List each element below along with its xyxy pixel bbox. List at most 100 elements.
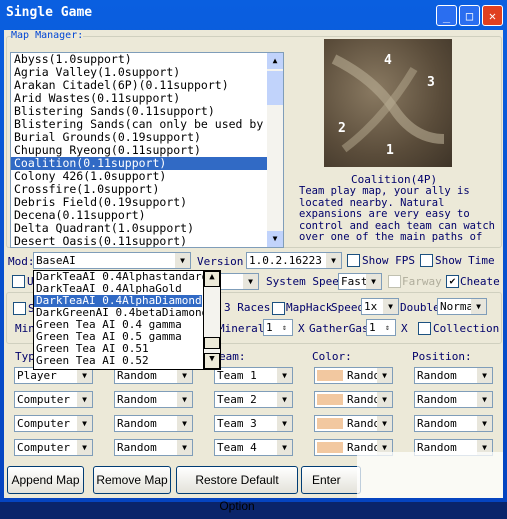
start-position-3: 3 (427, 75, 435, 90)
color-select[interactable]: Rando ▼ (314, 415, 393, 432)
version-select[interactable]: 1.0.2.16223 ▼ (246, 252, 342, 269)
team-select[interactable]: Team 2 ▼ (214, 391, 293, 408)
position-value: Random (417, 369, 457, 382)
scroll-thumb[interactable] (204, 337, 220, 349)
chevron-down-icon: ▼ (177, 416, 192, 431)
color-select[interactable]: Rando ▼ (314, 367, 393, 384)
type-header: Typ (15, 350, 35, 363)
restore-default-option-button[interactable]: Restore Default Option (176, 466, 298, 513)
scroll-down-icon[interactable]: ▼ (204, 353, 220, 369)
description-line: expansions are very easy to (299, 208, 470, 220)
mod-label: Mod: (8, 255, 35, 268)
speed-value: 1x (364, 300, 378, 313)
race-select[interactable]: Random ▼ (114, 391, 193, 408)
scroll-up-icon[interactable]: ▲ (267, 53, 283, 69)
cheate-label: Cheate (460, 275, 500, 288)
minerals-spinner[interactable]: 1 ⇕ (263, 319, 293, 336)
chevron-down-icon: ▼ (175, 253, 190, 268)
u-checkbox[interactable] (12, 275, 25, 288)
team-value: Team 4 (217, 441, 257, 454)
append-map-button[interactable]: Append Map (7, 466, 84, 494)
cheate-checkbox[interactable]: ✔ (446, 275, 459, 288)
map-preview: 4 3 2 1 (324, 39, 452, 167)
chevron-down-icon: ▼ (477, 392, 492, 407)
show-fps-checkbox[interactable] (347, 254, 360, 267)
map-description: Team play map, your ally is located nearb… (299, 186, 499, 246)
chevron-down-icon: ▼ (243, 274, 258, 289)
gathergas-spinner[interactable]: 1 ⇕ (366, 319, 396, 336)
s-checkbox[interactable] (13, 302, 26, 315)
color-value: Rando (347, 369, 381, 382)
mod-option[interactable]: Green Tea AI 0.52 (34, 355, 202, 367)
speed-select[interactable]: 1x ▼ (361, 298, 399, 315)
window-title: Single Game (6, 5, 93, 20)
chevron-down-icon: ▼ (277, 416, 292, 431)
show-time-label: Show Time (435, 254, 495, 267)
map-manager-label: Map Manager: (11, 30, 84, 41)
position-select[interactable]: Random ▼ (414, 415, 493, 432)
type-select[interactable]: Computer ▼ (14, 415, 93, 432)
three-races-label: 3 Races (224, 301, 271, 314)
map-list-item[interactable]: Desert Oasis(0.11support) (11, 235, 283, 248)
minimize-button[interactable]: _ (436, 5, 457, 26)
team-select[interactable]: Team 4 ▼ (214, 439, 293, 456)
map-list[interactable]: Abyss(1.0support) Agria Valley(1.0support… (10, 52, 284, 248)
team-select[interactable]: Team 3 ▼ (214, 415, 293, 432)
team-value: Team 2 (217, 393, 257, 406)
maximize-button[interactable]: □ (459, 5, 480, 26)
chevron-down-icon: ▼ (277, 440, 292, 455)
double-select[interactable]: Normal ▼ (437, 298, 487, 315)
type-value: Computer (17, 441, 70, 454)
type-value: Computer (17, 417, 70, 430)
chevron-down-icon: ▼ (366, 274, 381, 289)
color-select[interactable]: Rando ▼ (314, 391, 393, 408)
maphack-label: MapHack (286, 301, 333, 314)
chevron-down-icon: ▼ (477, 368, 492, 383)
dialog-body: Map Manager: Abyss(1.0support) Agria Vall… (4, 30, 503, 513)
type-value: Player (17, 369, 57, 382)
type-select[interactable]: Computer ▼ (14, 439, 93, 456)
system-speed-select[interactable]: Fast ▼ (338, 273, 382, 290)
description-line: over one of the main paths of (299, 231, 483, 243)
farway-checkbox[interactable] (388, 275, 401, 288)
race-select[interactable]: Random ▼ (114, 439, 193, 456)
start-position-4: 4 (384, 53, 392, 68)
race-select[interactable]: Random ▼ (114, 415, 193, 432)
position-select[interactable]: Random ▼ (414, 367, 493, 384)
position-select[interactable]: Random ▼ (414, 391, 493, 408)
collection-checkbox[interactable] (418, 322, 431, 335)
mod-select[interactable]: BaseAI ▼ (33, 252, 191, 269)
position-header: Position: (412, 350, 472, 363)
window: Single Game _ □ ✕ Map Manager: Abyss(1.0… (0, 0, 507, 513)
scroll-up-icon[interactable]: ▲ (204, 271, 220, 287)
show-time-checkbox[interactable] (420, 254, 433, 267)
maphack-checkbox[interactable] (272, 302, 285, 315)
team-value: Team 3 (217, 417, 257, 430)
type-select[interactable]: Computer ▼ (14, 391, 93, 408)
minerals-value: 1 (266, 321, 273, 334)
chevron-down-icon: ▼ (77, 416, 92, 431)
chevron-down-icon: ▼ (471, 299, 486, 314)
team-value: Team 1 (217, 369, 257, 382)
version-value: 1.0.2.16223 (249, 254, 322, 267)
mod-dropdown-list[interactable]: DarkTeaAI 0.4Alphastandard DarkTeaAI 0.4A… (33, 270, 221, 370)
chevron-down-icon: ▼ (477, 416, 492, 431)
min-label: Min (15, 322, 35, 335)
chevron-down-icon: ▼ (383, 299, 398, 314)
chevron-down-icon: ▼ (326, 253, 341, 268)
enter-button[interactable]: Enter (301, 466, 361, 494)
color-swatch (317, 394, 343, 405)
team-select[interactable]: Team 1 ▼ (214, 367, 293, 384)
watermark (357, 452, 503, 498)
scroll-down-icon[interactable]: ▼ (267, 231, 283, 247)
start-position-1: 1 (386, 143, 394, 158)
chevron-down-icon: ▼ (77, 392, 92, 407)
close-button[interactable]: ✕ (482, 5, 503, 26)
scroll-thumb[interactable] (267, 71, 283, 105)
map-list-scrollbar[interactable]: ▲ ▼ (267, 53, 283, 247)
system-speed-value: Fast (341, 275, 368, 288)
remove-map-button[interactable]: Remove Map (93, 466, 171, 494)
spinner-arrows-icon[interactable]: ⇕ (277, 320, 292, 335)
spinner-arrows-icon[interactable]: ⇕ (380, 320, 395, 335)
team-header: eam: (219, 350, 246, 363)
